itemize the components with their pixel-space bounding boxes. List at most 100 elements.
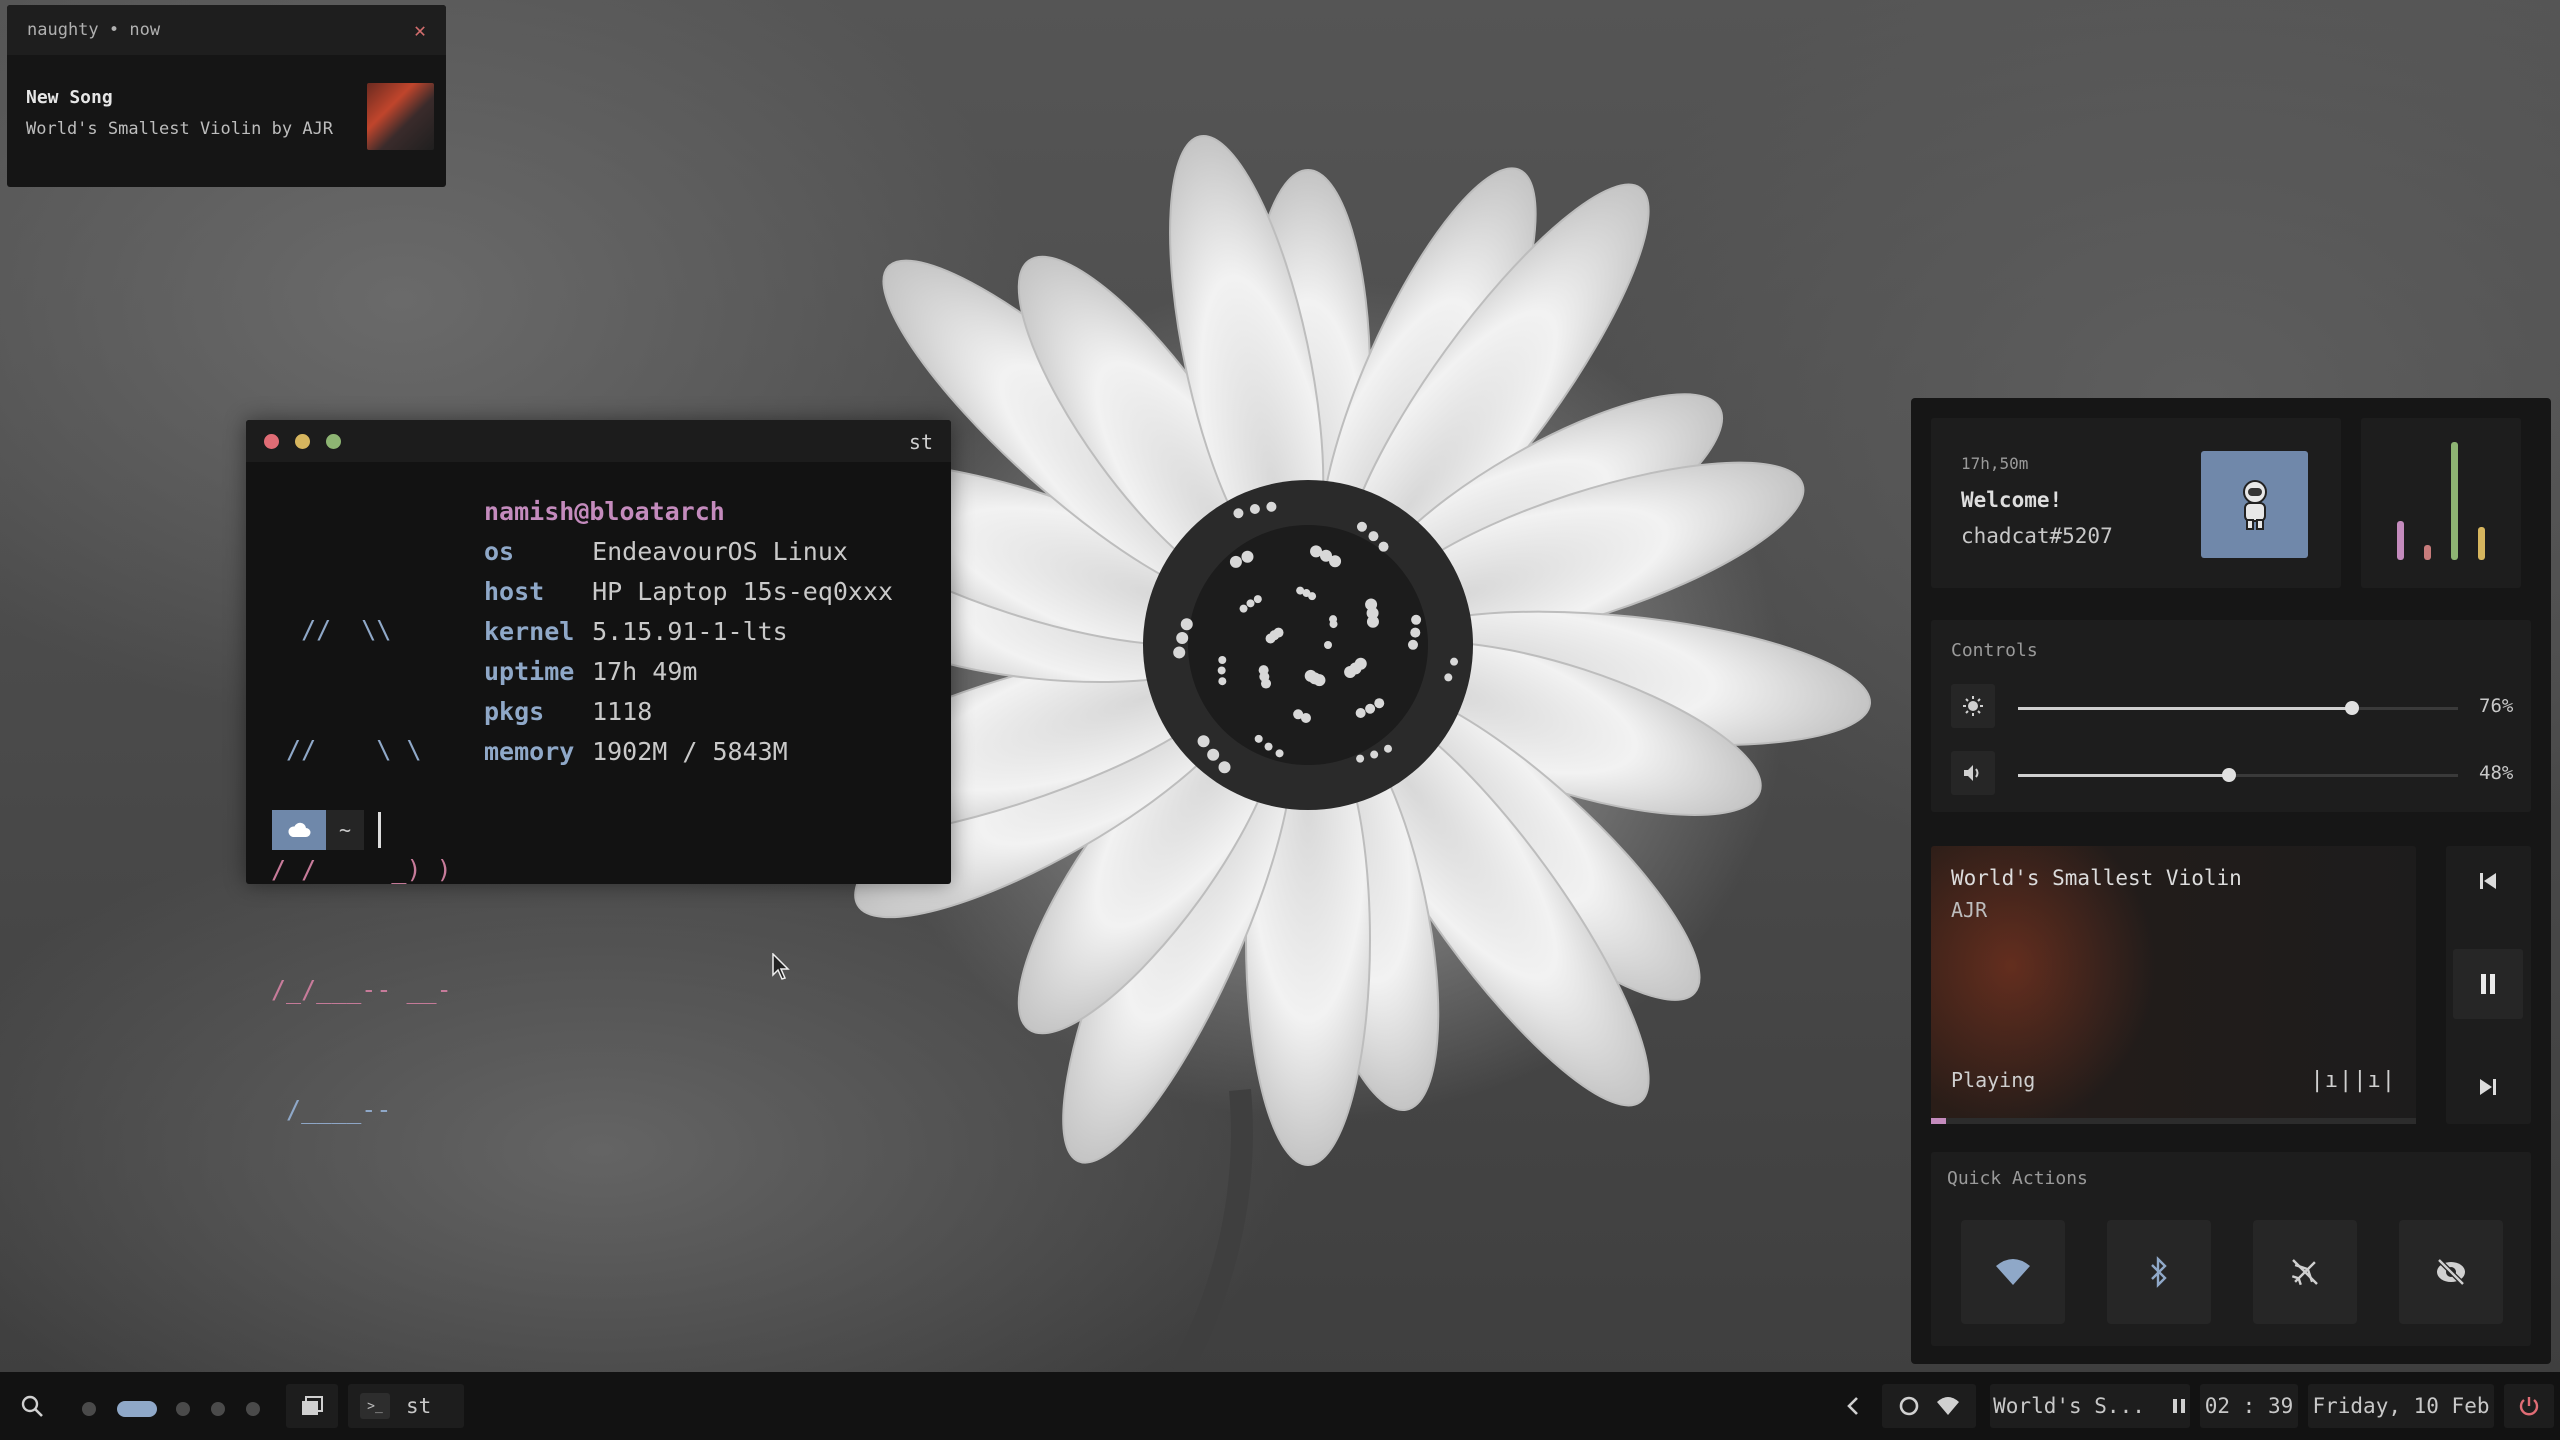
flower-seed [1249, 503, 1260, 514]
workspace-5[interactable] [246, 1402, 260, 1416]
airplane-mode-toggle[interactable] [2253, 1220, 2357, 1324]
ascii-line: /_/___-- __- [271, 975, 452, 1004]
flower-seed [1229, 555, 1242, 568]
user-handle: chadcat#5207 [1961, 524, 2113, 548]
flower-seed [1450, 657, 1459, 666]
mouse-pointer-icon [772, 953, 790, 980]
brightness-icon[interactable] [1951, 684, 1995, 728]
layout-icon [302, 1396, 323, 1415]
flower-seed [1356, 754, 1365, 763]
privacy-toggle[interactable] [2399, 1220, 2503, 1324]
taskbar-clock: 02 : 39 [2200, 1384, 2298, 1428]
terminal-window[interactable]: st // \\ // \ \ / / _) ) /_/___-- __- /_… [246, 420, 951, 1124]
flower-seed [1444, 673, 1453, 682]
wifi-toggle[interactable] [1961, 1220, 2065, 1324]
flower-seed [1217, 666, 1226, 675]
flower-seed [1410, 627, 1421, 638]
workspace-4[interactable] [211, 1402, 225, 1416]
fetch-row-pkgs: pkgs 1118 [484, 697, 653, 726]
terminal-icon: >_ [360, 1393, 390, 1419]
flower-seed [1344, 665, 1357, 678]
flower-seed [1324, 641, 1332, 649]
workspace-1[interactable] [82, 1402, 96, 1416]
flower-seed [1241, 550, 1254, 563]
resource-bar [2478, 526, 2485, 560]
resource-bars-card [2361, 418, 2521, 588]
fetch-row-memory: memory 1902M / 5843M [484, 737, 788, 766]
flower-seed [1218, 761, 1231, 774]
close-icon[interactable]: ✕ [414, 18, 426, 42]
terminal-title: st [908, 430, 933, 454]
song-progress-fill [1931, 1118, 1946, 1124]
playback-status: Playing [1951, 1068, 2036, 1092]
song-artist: AJR [1951, 898, 1988, 922]
flower-seed [1273, 627, 1284, 638]
flower-seed [1218, 655, 1227, 664]
skip-forward-icon [2480, 1079, 2496, 1095]
flower-seed [1329, 620, 1338, 629]
flower-seed [1384, 744, 1393, 753]
eye-off-icon [2437, 1258, 2465, 1286]
power-button[interactable] [2504, 1384, 2554, 1428]
flower-seed [1329, 555, 1342, 568]
power-icon [2519, 1397, 2539, 1416]
wifi-icon [1937, 1397, 1959, 1415]
flower-seed [1254, 734, 1263, 743]
resource-bar [2424, 544, 2431, 560]
window-minimize-button[interactable] [295, 433, 310, 449]
controls-label: Controls [1951, 640, 2038, 661]
song-title: World's Smallest Violin [1951, 866, 2242, 890]
flower-seed [1258, 665, 1269, 676]
taskbar-music[interactable]: World's S... [1990, 1384, 2190, 1428]
fetch-row-uptime: uptime 17h 49m [484, 657, 698, 686]
volume-icon[interactable] [1951, 751, 1995, 795]
prompt-directory: ~ [326, 810, 364, 850]
flower-seed [1264, 742, 1273, 751]
search-button[interactable] [6, 1384, 58, 1428]
pause-icon[interactable] [2171, 1397, 2187, 1415]
tray-status [1882, 1384, 1976, 1428]
flower-seed [1365, 703, 1376, 714]
layout-button[interactable] [286, 1384, 338, 1428]
shell-prompt[interactable]: ~ [272, 810, 381, 850]
bluetooth-toggle[interactable] [2107, 1220, 2211, 1324]
volume-slider[interactable] [2018, 768, 2458, 782]
ascii-line: // \\ [271, 615, 392, 644]
fetch-info: namish@bloatarch os EndeavourOS Linux ho… [484, 492, 893, 772]
equalizer-icon: |ı||ı| [2310, 1068, 2396, 1093]
text-cursor [378, 812, 381, 848]
song-progress-bar[interactable] [1931, 1118, 2416, 1124]
uptime-label: 17h,50m [1961, 454, 2029, 473]
notification-header: naughty • now ✕ [7, 5, 446, 55]
dashboard-panel: 17h,50m Welcome! chadcat#5207 Controls 7… [1911, 398, 2551, 1364]
flower-seed [1293, 709, 1304, 720]
next-track-button[interactable] [2453, 1052, 2523, 1122]
terminal-titlebar[interactable]: st [246, 420, 951, 462]
resource-bar [2397, 521, 2404, 560]
workspace-2-active[interactable] [117, 1401, 157, 1417]
ascii-line: // \ \ [271, 735, 422, 764]
brightness-fill [2018, 707, 2353, 710]
notification-title: New Song [26, 87, 113, 108]
pause-button[interactable] [2453, 949, 2523, 1019]
previous-track-button[interactable] [2453, 846, 2523, 916]
bluetooth-icon [2151, 1256, 2167, 1288]
brightness-slider[interactable] [2018, 701, 2458, 715]
taskbar-date: Friday, 10 Feb [2308, 1384, 2494, 1428]
notification-body: World's Smallest Violin by AJR [26, 119, 334, 139]
ascii-line: /____-- [271, 1095, 392, 1124]
volume-value: 48% [2479, 762, 2514, 784]
avatar [2201, 451, 2308, 558]
chevron-left-icon [1847, 1397, 1858, 1415]
ascii-logo: // \\ // \ \ / / _) ) /_/___-- __- /____… [271, 530, 452, 1210]
task-st[interactable]: >_ st [348, 1384, 464, 1428]
window-close-button[interactable] [264, 433, 279, 449]
workspace-3[interactable] [176, 1402, 190, 1416]
fetch-row-os: os EndeavourOS Linux [484, 537, 848, 566]
window-maximize-button[interactable] [326, 433, 341, 449]
profile-card: 17h,50m Welcome! chadcat#5207 [1931, 418, 2341, 588]
flower-seed [1233, 508, 1244, 519]
volume-fill [2018, 774, 2230, 777]
tray-expand-button[interactable] [1830, 1384, 1876, 1428]
notification-popup[interactable]: naughty • now ✕ New Song World's Smalles… [7, 5, 446, 187]
